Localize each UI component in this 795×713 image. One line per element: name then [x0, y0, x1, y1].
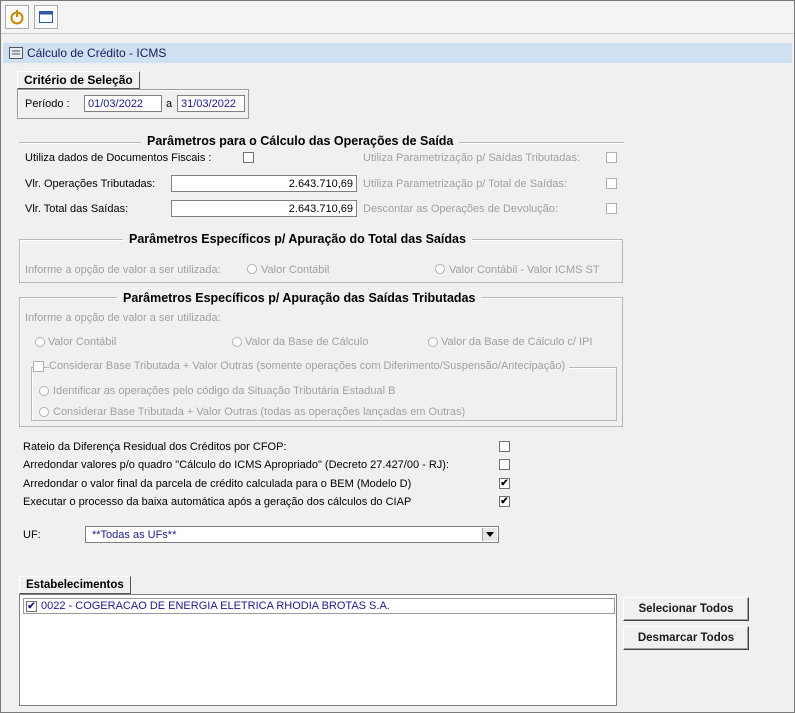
vlr-total-input[interactable]: 2.643.710,69 [171, 200, 357, 217]
considerar-todas-radio[interactable] [39, 407, 49, 417]
param-total-saidas-checkbox[interactable] [606, 178, 617, 189]
rateio-checkbox[interactable] [499, 441, 510, 452]
saidas-trib-header: Parâmetros Específicos p/ Apuração das S… [117, 291, 482, 305]
arredondar-bem-label: Arredondar o valor final da parcela de c… [23, 478, 412, 490]
base-calculo-ipi-label: Valor da Base de Cálculo c/ IPI [441, 336, 593, 348]
arredondar-bem-checkbox[interactable]: ✔ [499, 478, 510, 489]
saida-header: Parâmetros para o Cálculo das Operações … [141, 134, 460, 148]
valor-contabil-label: Valor Contábil [261, 264, 330, 276]
utiliza-docs-checkbox[interactable] [243, 152, 254, 163]
saidas-trib-prompt: Informe a opção de valor a ser utilizada… [25, 312, 221, 324]
identificar-cst-radio[interactable] [39, 386, 49, 396]
baixa-automatica-label: Executar o processo da baixa automática … [23, 496, 412, 508]
arredondar-quadro-label: Arredondar valores p/o quadro "Cálculo d… [23, 459, 450, 471]
power-icon[interactable] [5, 5, 29, 29]
base-calculo-ipi-radio[interactable] [428, 337, 438, 347]
descontar-devolucao-checkbox[interactable] [606, 203, 617, 214]
select-all-button[interactable]: Selecionar Todos [623, 597, 749, 621]
uf-label: UF: [23, 529, 41, 541]
chevron-down-icon[interactable] [482, 528, 497, 541]
trib-valor-contabil-label: Valor Contábil [48, 336, 117, 348]
considerar-base-checkbox[interactable] [33, 361, 44, 372]
deselect-all-button[interactable]: Desmarcar Todos [623, 626, 749, 650]
arredondar-quadro-checkbox[interactable] [499, 459, 510, 470]
estab-group-label: Estabelecimentos [19, 576, 131, 594]
total-saidas-header: Parâmetros Específicos p/ Apuração do To… [123, 232, 472, 246]
application-window: Cálculo de Crédito - ICMS Critério de Se… [0, 0, 795, 713]
param-total-saidas-label: Utiliza Parametrização p/ Total de Saída… [363, 178, 568, 190]
calculator-icon [9, 47, 23, 59]
descontar-devolucao-label: Descontar as Operações de Devolução: [363, 203, 559, 215]
rateio-label: Rateio da Diferença Residual dos Crédito… [23, 441, 287, 453]
baixa-automatica-checkbox[interactable]: ✔ [499, 496, 510, 507]
estab-item-label: 0022 - COGERACAO DE ENERGIA ELETRICA RHO… [41, 600, 390, 612]
trib-valor-contabil-radio[interactable] [35, 337, 45, 347]
base-calculo-label: Valor da Base de Cálculo [245, 336, 369, 348]
vlr-oper-label: Vlr. Operações Tributadas: [25, 178, 156, 190]
uf-select-value: **Todas as UFs** [92, 528, 177, 541]
utiliza-docs-label: Utiliza dados de Documentos Fiscais : [25, 152, 212, 164]
base-calculo-radio[interactable] [232, 337, 242, 347]
param-saidas-trib-label: Utiliza Parametrização p/ Saídas Tributa… [363, 152, 581, 164]
valor-contabil-st-radio[interactable] [435, 264, 445, 274]
considerar-todas-label: Considerar Base Tributada + Valor Outras… [53, 406, 466, 418]
total-saidas-prompt: Informe a opção de valor a ser utilizada… [25, 264, 221, 276]
period-start-input[interactable]: 01/03/2022 [84, 95, 162, 112]
period-separator: a [166, 98, 173, 110]
form-title: Cálculo de Crédito - ICMS [27, 46, 167, 60]
form-titlebar: Cálculo de Crédito - ICMS [3, 43, 792, 63]
considerar-base-label: Considerar Base Tributada + Valor Outras… [49, 360, 570, 372]
vlr-total-label: Vlr. Total das Saídas: [25, 203, 129, 215]
valor-contabil-radio[interactable] [247, 264, 257, 274]
valor-contabil-st-label: Valor Contábil - Valor ICMS ST [449, 264, 600, 276]
vlr-oper-input[interactable]: 2.643.710,69 [171, 175, 357, 192]
criteria-group-label: Critério de Seleção [17, 71, 140, 89]
window-icon[interactable] [34, 5, 58, 29]
toolbar [1, 1, 794, 34]
identificar-cst-label: Identificar as operações pelo código da … [53, 385, 396, 397]
period-end-input[interactable]: 31/03/2022 [177, 95, 245, 112]
estab-item-checkbox[interactable]: ✔ [26, 600, 37, 612]
param-saidas-trib-checkbox[interactable] [606, 152, 617, 163]
estab-list-item[interactable]: ✔ 0022 - COGERACAO DE ENERGIA ELETRICA R… [23, 598, 615, 614]
uf-select[interactable]: **Todas as UFs** [85, 526, 499, 543]
period-label: Período : [25, 98, 70, 110]
